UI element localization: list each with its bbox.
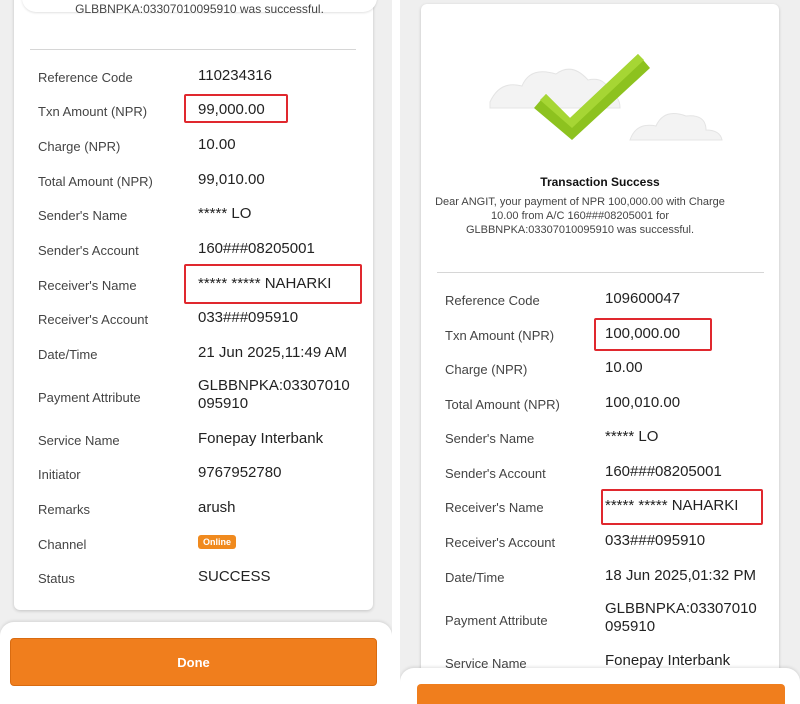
value-payment-attribute-line2: 095910 (198, 395, 249, 412)
label-service-name: Service Name (38, 433, 120, 448)
label-senders-account: Sender's Account (445, 466, 546, 481)
label-payment-attribute: Payment Attribute (445, 613, 548, 628)
value-remarks: arush (198, 499, 236, 516)
value-senders-name: ***** LO (605, 428, 659, 445)
value-date-time: 21 Jun 2025,11:49 AM (198, 344, 348, 361)
divider (30, 49, 356, 50)
value-reference-code: 110234316 (198, 67, 272, 84)
value-senders-account: 160###08205001 (605, 463, 722, 480)
channel-badge: Online (198, 535, 237, 549)
left-receipt-screen: GLBBNPKA:03307010095910 was successful. … (0, 0, 392, 704)
value-total-amount: 100,010.00 (605, 394, 681, 411)
top-message: GLBBNPKA:03307010095910 was successful. (75, 2, 324, 16)
done-button[interactable]: Done (10, 638, 377, 686)
label-remarks: Remarks (38, 502, 91, 517)
value-charge: 10.00 (605, 359, 643, 376)
value-reference-code: 109600047 (605, 290, 681, 307)
label-reference-code: Reference Code (38, 70, 133, 85)
label-charge: Charge (NPR) (38, 139, 121, 154)
highlight-box-receivers-name (601, 489, 763, 525)
highlight-box-txn-amount (184, 94, 288, 123)
value-payment-attribute-line1: GLBBNPKA:03307010 (605, 600, 757, 617)
value-total-amount: 99,010.00 (198, 171, 265, 188)
footer-bar (400, 668, 800, 704)
label-receivers-account: Receiver's Account (445, 535, 556, 550)
label-txn-amount: Txn Amount (NPR) (445, 328, 555, 343)
value-status: SUCCESS (198, 568, 271, 585)
footer-bar: Done (0, 622, 392, 704)
label-senders-name: Sender's Name (445, 431, 535, 446)
label-total-amount: Total Amount (NPR) (445, 397, 560, 412)
done-button[interactable] (417, 684, 785, 704)
top-message-bar: GLBBNPKA:03307010095910 was successful. (22, 0, 377, 16)
label-senders-account: Sender's Account (38, 243, 139, 258)
value-date-time: 18 Jun 2025,01:32 PM (605, 567, 756, 584)
value-charge: 10.00 (198, 136, 236, 153)
label-receivers-name: Receiver's Name (445, 500, 544, 515)
label-senders-name: Sender's Name (38, 208, 128, 223)
label-payment-attribute: Payment Attribute (38, 390, 141, 405)
value-payment-attribute-line2: 095910 (605, 618, 656, 635)
label-status: Status (38, 571, 75, 586)
receipt-card (14, 0, 373, 610)
highlight-box-receivers-name (184, 264, 362, 304)
right-receipt-screen: Transaction Success Dear ANGIT, your pay… (400, 0, 800, 704)
value-initiator: 9767952780 (198, 464, 282, 481)
value-service-name: Fonepay Interbank (198, 430, 324, 447)
highlight-box-txn-amount (594, 318, 712, 351)
label-charge: Charge (NPR) (445, 362, 528, 377)
success-check-icon (489, 54, 723, 141)
label-channel: Channel (38, 537, 87, 552)
value-senders-name: ***** LO (198, 205, 252, 222)
label-initiator: Initiator (38, 467, 81, 482)
value-receivers-account: 033###095910 (605, 532, 706, 549)
success-title: Transaction Success (540, 175, 660, 189)
label-date-time: Date/Time (38, 347, 98, 362)
value-payment-attribute-line1: GLBBNPKA:03307010 (198, 377, 350, 394)
value-senders-account: 160###08205001 (198, 240, 315, 257)
label-receivers-name: Receiver's Name (38, 278, 137, 293)
divider (437, 272, 764, 273)
label-date-time: Date/Time (445, 570, 505, 585)
label-txn-amount: Txn Amount (NPR) (38, 104, 148, 119)
label-receivers-account: Receiver's Account (38, 312, 149, 327)
success-message: Dear ANGIT, your payment of NPR 100,000.… (435, 196, 725, 236)
label-reference-code: Reference Code (445, 293, 540, 308)
value-receivers-account: 033###095910 (198, 309, 299, 326)
label-total-amount: Total Amount (NPR) (38, 174, 153, 189)
